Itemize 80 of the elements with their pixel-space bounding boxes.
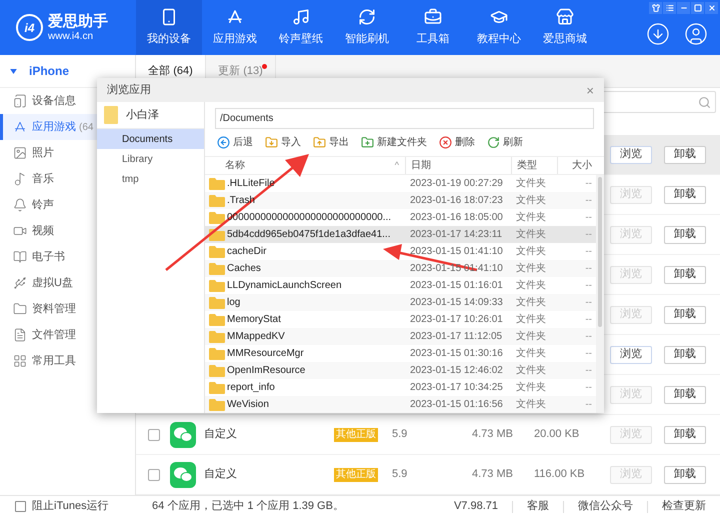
logo-url: www.i4.cn <box>48 32 94 42</box>
sidebar-label: 照片 <box>32 146 54 161</box>
sidebar-label: 音乐 <box>32 172 54 187</box>
sidebar-count: (64 <box>79 120 94 134</box>
file-type: 文件夹 <box>515 210 547 225</box>
file-type: 文件夹 <box>515 312 547 327</box>
file-size: -- <box>584 279 593 293</box>
file-name: WeVision <box>227 398 269 412</box>
app-version: 5.9 <box>392 467 408 482</box>
file-date: 2023-01-15 01:16:56 <box>409 398 504 412</box>
app-name: 自定义 <box>204 466 238 482</box>
file-name: report_info <box>227 381 275 395</box>
file-size: -- <box>584 211 593 225</box>
app-tag: 其他正版 <box>334 468 378 482</box>
file-type: 文件夹 <box>515 262 547 276</box>
file-size: -- <box>584 296 593 310</box>
device-name: iPhone <box>29 63 70 80</box>
file-date: 2023-01-19 00:27:29 <box>409 177 504 191</box>
file-size: -- <box>584 313 593 327</box>
file-type: 文件夹 <box>515 176 547 191</box>
checkbox-label: 阻止iTunes运行 <box>32 499 109 514</box>
file-type: 文件夹 <box>515 244 547 259</box>
app-size: 4.73 MB <box>472 467 514 482</box>
file-type: 文件夹 <box>515 380 547 395</box>
file-name: MMResourceMgr <box>227 347 304 361</box>
file-date: 2023-01-17 11:12:05 <box>409 330 504 344</box>
file-date: 2023-01-16 18:05:00 <box>409 211 504 225</box>
sidebar-label: 视频 <box>32 224 54 239</box>
app-size: 4.73 MB <box>472 427 514 442</box>
file-size: -- <box>584 364 593 378</box>
app-tag: 其他正版 <box>334 428 378 442</box>
file-name: OpenImResource <box>227 364 306 378</box>
sidebar-label: 常用工具 <box>32 354 76 369</box>
file-size: -- <box>584 330 593 344</box>
file-name: 5db4cdd965eb0475f1de1a3dfae41... <box>227 228 390 242</box>
file-type: 文件夹 <box>515 228 547 242</box>
file-date: 2023-01-15 12:46:02 <box>409 364 504 378</box>
app-data-size: 116.00 KB <box>534 467 585 482</box>
file-date: 2023-01-17 10:26:01 <box>409 313 504 327</box>
file-name: LLDynamicLaunchScreen <box>227 279 342 293</box>
file-type: 文件夹 <box>515 296 547 310</box>
file-type: 文件夹 <box>515 364 547 378</box>
sidebar-label: 应用游戏 <box>32 120 76 135</box>
logo-name: 爱思助手 <box>48 14 108 28</box>
file-date: 2023-01-15 14:09:33 <box>409 296 504 310</box>
logo-mark: i4 <box>16 14 43 41</box>
app-name: 自定义 <box>204 426 238 442</box>
file-date: 2023-01-15 01:41:10 <box>409 245 504 259</box>
file-size: -- <box>584 228 593 242</box>
file-name: Caches <box>227 262 261 276</box>
sidebar-label: 资料管理 <box>32 302 76 317</box>
sidebar-label: 设备信息 <box>32 94 76 109</box>
file-size: -- <box>584 381 593 395</box>
sidebar-label: 虚拟U盘 <box>32 276 73 291</box>
file-size: -- <box>584 177 593 191</box>
file-date: 2023-01-16 18:07:23 <box>409 194 504 208</box>
file-type: 文件夹 <box>515 346 547 361</box>
file-name: MemoryStat <box>227 313 281 327</box>
sidebar-label: 电子书 <box>32 250 65 265</box>
file-date: 2023-01-15 01:16:01 <box>409 279 504 293</box>
file-size: -- <box>584 194 593 208</box>
app-version: 5.9 <box>392 427 408 442</box>
file-name: MMappedKV <box>227 330 285 344</box>
file-name: cacheDir <box>227 245 266 259</box>
file-date: 2023-01-15 01:30:16 <box>409 347 504 361</box>
file-type: 文件夹 <box>515 398 547 412</box>
file-type: 文件夹 <box>515 278 547 293</box>
file-date: 2023-01-17 14:23:11 <box>409 228 504 242</box>
sidebar-label: 铃声 <box>32 198 54 213</box>
file-size: -- <box>584 398 593 412</box>
app-data-size: 20.00 KB <box>534 427 580 442</box>
file-size: -- <box>584 347 593 361</box>
file-type: 文件夹 <box>515 330 547 344</box>
status-summary: 64 个应用，已选中 1 个应用 1.39 GB。 <box>152 498 344 514</box>
file-type: 文件夹 <box>515 194 547 208</box>
file-size: -- <box>584 245 593 259</box>
file-size: -- <box>584 262 593 276</box>
file-date: 2023-01-17 10:34:25 <box>409 381 504 395</box>
sidebar-label: 文件管理 <box>32 328 76 343</box>
file-name: log <box>227 296 240 310</box>
